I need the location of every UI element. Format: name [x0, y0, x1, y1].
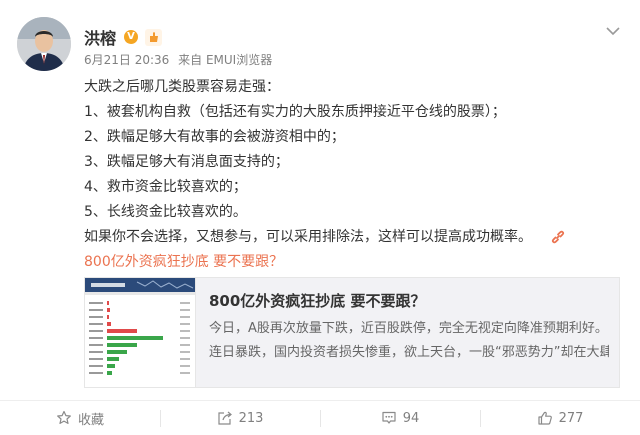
author-name[interactable]: 洪榕: [84, 25, 116, 49]
article-thumbnail: [85, 278, 196, 387]
like-count: 277: [558, 410, 584, 426]
share-button[interactable]: 213: [160, 401, 320, 435]
post-text: 如果你不会选择，又想参与，可以采用排除法，这样可以提高成功概率。: [84, 229, 532, 245]
author-row: 洪榕 V: [84, 25, 163, 49]
star-icon: [57, 410, 71, 424]
post-text-line: 4、救市资金比较喜欢的；: [84, 179, 247, 195]
comment-button[interactable]: 94: [320, 401, 480, 435]
share-icon: [217, 411, 232, 425]
post-text-line-last: 如果你不会选择，又想参与，可以采用排除法，这样可以提高成功概率。: [84, 225, 624, 250]
article-card-description: 今日，A股再次放量下跌，近百股跌停，完全无视定向降准预期利好。 连日暴跌，国内投…: [209, 317, 609, 365]
weibo-post: 洪榕 V 6月21日 20:36 来自 EMUI浏览器 大跌之后哪几类股票容易走…: [0, 0, 640, 435]
thumbs-up-icon: [537, 411, 552, 425]
verified-badge-icon: V: [124, 30, 139, 44]
avatar[interactable]: [17, 17, 71, 71]
article-card-title: 800亿外资疯狂抄底 要不要跟？: [209, 292, 426, 310]
comment-icon: [382, 411, 396, 424]
article-card[interactable]: 800亿外资疯狂抄底 要不要跟？ 今日，A股再次放量下跌，近百股跌停，完全无视定…: [84, 277, 620, 388]
article-link[interactable]: 800亿外资疯狂抄底 要不要跟？: [84, 250, 624, 275]
link-icon: [552, 230, 565, 244]
action-bar: 收藏 213 94 277: [0, 400, 640, 435]
like-button[interactable]: 277: [480, 401, 640, 435]
post-text-line: 3、跌幅足够大有消息面支持的；: [84, 154, 289, 170]
post-meta: 6月21日 20:36 来自 EMUI浏览器: [84, 51, 277, 68]
post-text-line: 1、被套机构自救（包括还有实力的大股东质押接近平仓线的股票）；: [84, 104, 506, 120]
post-text-line: 2、跌幅足够大有故事的会被游资相中的；: [84, 129, 345, 145]
post-timestamp[interactable]: 6月21日 20:36: [84, 53, 169, 67]
post-text-line: 大跌之后哪几类股票容易走强：: [84, 79, 280, 95]
more-options-icon[interactable]: [604, 24, 622, 38]
post-text-line: 5、长线资金比较喜欢的。: [84, 204, 247, 220]
comment-count: 94: [402, 410, 420, 426]
share-count: 213: [238, 410, 264, 426]
article-card-desc-line: 今日，A股再次放量下跌，近百股跌停，完全无视定向降准预期利好。: [209, 321, 608, 336]
fan-level-icon: [145, 28, 163, 46]
article-card-desc-line: 连日暴跌，国内投资者损失惨重，欲上天台，一股“邪恶势力”却在大肆: [209, 345, 609, 360]
post-source: 来自 EMUI浏览器: [178, 53, 273, 67]
favorite-button[interactable]: 收藏: [0, 401, 160, 435]
favorite-label: 收藏: [77, 412, 104, 428]
post-content: 大跌之后哪几类股票容易走强： 1、被套机构自救（包括还有实力的大股东质押接近平仓…: [84, 72, 624, 275]
